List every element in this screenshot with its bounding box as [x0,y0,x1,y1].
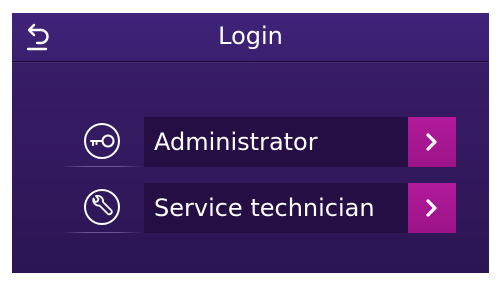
chevron-right-icon [408,198,456,218]
administrator-button[interactable]: Administrator [144,117,456,167]
header-bar: Login [12,13,489,62]
chevron-right-icon [408,132,456,152]
login-screen: Login Administrator Service technician [12,13,489,273]
page-title: Login [218,22,283,50]
option-label: Administrator [154,128,318,156]
wrench-icon [62,187,142,229]
key-icon [62,121,142,163]
login-option-administrator: Administrator [62,117,462,167]
option-icon-cell [62,183,142,233]
service-technician-button[interactable]: Service technician [144,183,456,233]
option-label: Service technician [154,194,375,222]
icon-separator [62,166,142,167]
icon-separator [62,232,142,233]
arrow-button[interactable] [408,117,456,167]
option-icon-cell [62,117,142,167]
arrow-button[interactable] [408,183,456,233]
login-option-service-technician: Service technician [62,183,462,233]
